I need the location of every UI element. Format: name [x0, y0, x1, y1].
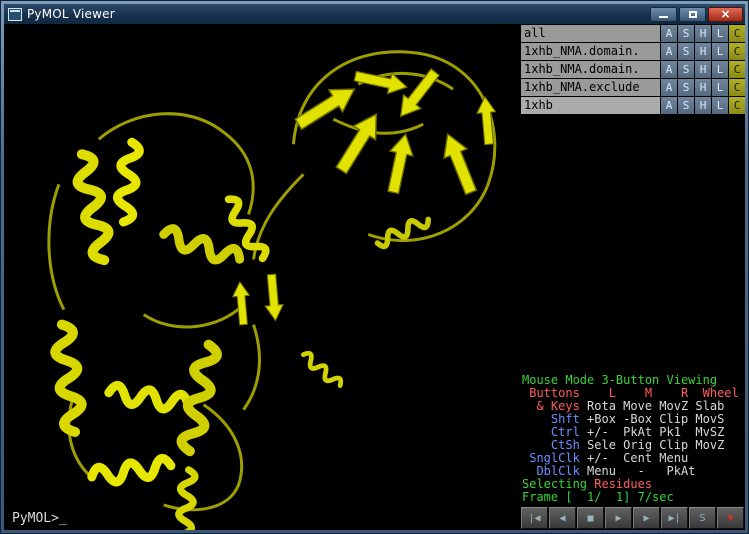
legend-segment: Menu - PkAt [587, 464, 695, 478]
legend-segment: Ctrl [522, 425, 587, 439]
transport-controls: |◀◀■▶▶▶|S▼ [521, 507, 744, 529]
legend-segment: SnglClk [522, 451, 587, 465]
rewind-to-start-button[interactable]: |◀ [521, 507, 548, 529]
legend-segment: +Box -Box Clip MovS [587, 412, 724, 426]
minimize-button[interactable] [650, 7, 677, 22]
molecule-viewport[interactable]: PyMOL>_ [4, 24, 520, 530]
fullscreen-toggle-button[interactable]: ▼ [717, 507, 744, 529]
maximize-icon [689, 11, 697, 18]
object-s-button[interactable]: S [678, 97, 694, 114]
object-name[interactable]: all [521, 25, 660, 42]
legend-segment: DblClk [522, 464, 587, 478]
object-row: 1xhb_NMA.excludeASHLC [521, 79, 745, 96]
close-icon: × [720, 8, 730, 20]
minimize-icon [659, 16, 668, 18]
object-c-button[interactable]: C [729, 25, 745, 42]
legend-line: Frame [ 1/ 1] 7/sec [522, 491, 745, 504]
object-h-button[interactable]: H [695, 97, 711, 114]
legend-segment: Mouse Mode 3-Button Viewing [522, 373, 717, 387]
object-row: 1xhb_NMA.domain.ASHLC [521, 43, 745, 60]
object-c-button[interactable]: C [729, 79, 745, 96]
legend-segment: Rota Move MovZ Slab [587, 399, 724, 413]
legend-segment: +/- PkAt Pk1 MvSZ [587, 425, 724, 439]
command-prompt[interactable]: PyMOL>_ [12, 511, 67, 526]
object-h-button[interactable]: H [695, 43, 711, 60]
object-s-button[interactable]: S [678, 43, 694, 60]
app-icon [8, 8, 22, 21]
legend-segment: Shft [522, 412, 587, 426]
scene-button[interactable]: S [689, 507, 716, 529]
legend-segment: Residues [594, 477, 652, 491]
object-name[interactable]: 1xhb_NMA.exclude [521, 79, 660, 96]
panel-spacer [520, 115, 745, 374]
pymol-viewer-window: PyMOL Viewer × [0, 0, 749, 534]
play-button[interactable]: ▶ [605, 507, 632, 529]
object-c-button[interactable]: C [729, 61, 745, 78]
object-a-button[interactable]: A [661, 25, 677, 42]
legend-segment: & Keys [522, 399, 587, 413]
object-l-button[interactable]: L [712, 79, 728, 96]
maximize-button[interactable] [679, 7, 706, 22]
object-s-button[interactable]: S [678, 25, 694, 42]
object-l-button[interactable]: L [712, 61, 728, 78]
step-back-button[interactable]: ◀ [549, 507, 576, 529]
object-name[interactable]: 1xhb_NMA.domain. [521, 43, 660, 60]
object-l-button[interactable]: L [712, 97, 728, 114]
legend-segment: Sele Orig Clip MovZ [587, 438, 724, 452]
object-l-button[interactable]: L [712, 43, 728, 60]
object-list: allASHLC1xhb_NMA.domain.ASHLC1xhb_NMA.do… [520, 25, 745, 115]
object-h-button[interactable]: H [695, 25, 711, 42]
mouse-legend: Mouse Mode 3-Button Viewing Buttons L M … [520, 374, 745, 505]
object-a-button[interactable]: A [661, 97, 677, 114]
object-s-button[interactable]: S [678, 61, 694, 78]
object-name[interactable]: 1xhb_NMA.domain. [521, 61, 660, 78]
protein-cartoon [4, 24, 520, 530]
legend-segment: +/- Cent Menu [587, 451, 688, 465]
object-name[interactable]: 1xhb [521, 97, 660, 114]
object-row: 1xhbASHLC [521, 97, 745, 114]
object-c-button[interactable]: C [729, 97, 745, 114]
legend-segment: Selecting [522, 477, 594, 491]
object-a-button[interactable]: A [661, 61, 677, 78]
object-l-button[interactable]: L [712, 25, 728, 42]
stop-button[interactable]: ■ [577, 507, 604, 529]
step-forward-button[interactable]: ▶ [633, 507, 660, 529]
close-button[interactable]: × [708, 7, 743, 22]
control-panel: allASHLC1xhb_NMA.domain.ASHLC1xhb_NMA.do… [520, 24, 745, 530]
window-title: PyMOL Viewer [27, 7, 115, 21]
legend-segment: CtSh [522, 438, 587, 452]
object-row: allASHLC [521, 25, 745, 42]
legend-segment: Buttons L M R Wheel [522, 386, 739, 400]
object-s-button[interactable]: S [678, 79, 694, 96]
forward-to-end-button[interactable]: ▶| [661, 507, 688, 529]
window-titlebar[interactable]: PyMOL Viewer × [4, 4, 745, 24]
object-a-button[interactable]: A [661, 79, 677, 96]
object-row: 1xhb_NMA.domain.ASHLC [521, 61, 745, 78]
object-c-button[interactable]: C [729, 43, 745, 60]
object-a-button[interactable]: A [661, 43, 677, 60]
object-h-button[interactable]: H [695, 79, 711, 96]
object-h-button[interactable]: H [695, 61, 711, 78]
legend-segment: Frame [ 1/ 1] 7/sec [522, 490, 674, 504]
